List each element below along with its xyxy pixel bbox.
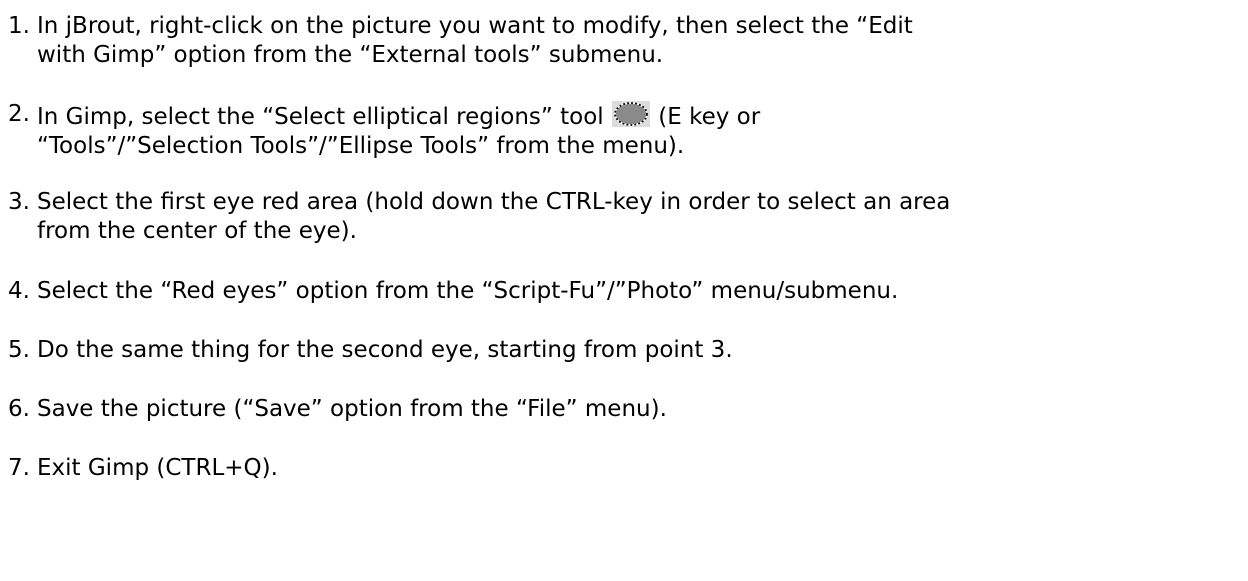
step-text-line: Do the same thing for the second eye, st… (37, 337, 733, 363)
step-text-line: “Tools”/”Selection Tools”/”Ellipse Tools… (37, 133, 685, 159)
step-text-line: In Gimp, select the “Select elliptical r… (37, 100, 1245, 132)
step-text-line: In jBrout, right-click on the picture yo… (37, 13, 913, 39)
step-text-segment: In Gimp, select the “Select elliptical r… (37, 104, 604, 130)
step-text-line: Save the picture (“Save” option from the… (37, 396, 667, 422)
step-text-line: with Gimp” option from the “External too… (37, 42, 664, 68)
step-text: Save the picture (“Save” option from the… (37, 395, 1245, 424)
step-text-line: Select the first eye red area (hold down… (37, 189, 951, 215)
step-text: Select the first eye red area (hold down… (37, 188, 1245, 246)
step-text: Do the same thing for the second eye, st… (37, 336, 1245, 365)
step-text-line: Exit Gimp (CTRL+Q). (37, 455, 278, 481)
step-text: Select the “Red eyes” option from the “S… (37, 277, 1245, 306)
step-text: In Gimp, select the “Select elliptical r… (37, 100, 1245, 161)
step-text: Exit Gimp (CTRL+Q). (37, 454, 1245, 483)
ellipse-select-tool-icon (611, 100, 651, 128)
step-text-segment: (E key or (650, 104, 761, 130)
step-text-line: from the center of the eye). (37, 218, 357, 244)
step-text: In jBrout, right-click on the picture yo… (37, 12, 1245, 70)
step-text-line: Select the “Red eyes” option from the “S… (37, 278, 899, 304)
